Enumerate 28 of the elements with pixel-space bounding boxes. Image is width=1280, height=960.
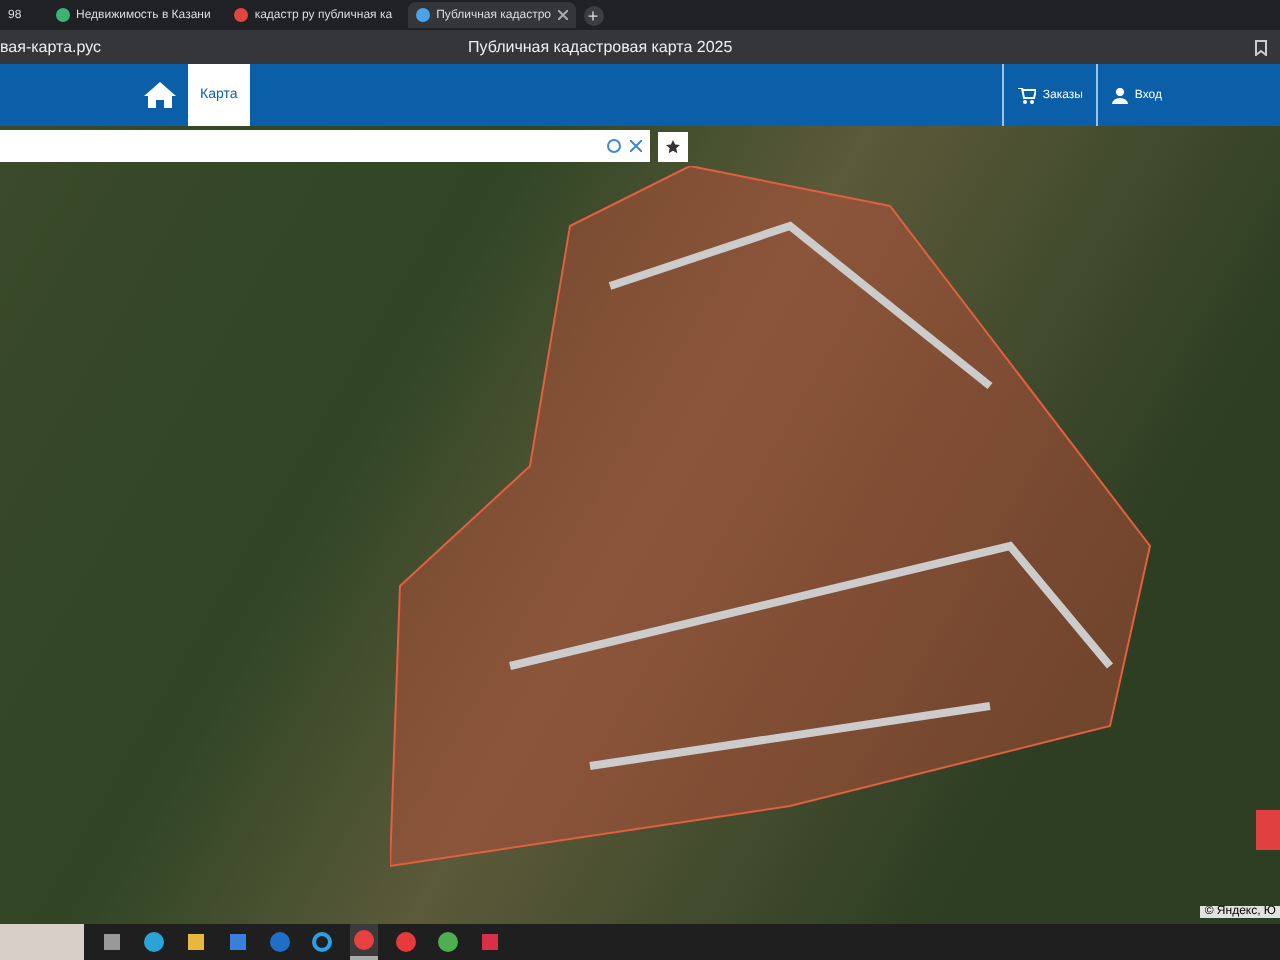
cart-icon	[1018, 87, 1037, 103]
search-icon	[606, 138, 622, 154]
bookmark-icon[interactable]	[1254, 39, 1268, 55]
star-icon	[666, 139, 680, 153]
app-icon	[186, 932, 206, 952]
app-icon	[270, 932, 290, 952]
close-icon[interactable]	[557, 10, 568, 20]
site-icon	[56, 8, 70, 22]
favorites-button[interactable]	[658, 131, 688, 161]
app-icon	[438, 932, 458, 952]
clear-icon	[630, 140, 642, 152]
user-icon	[1112, 87, 1129, 103]
app-icon	[144, 932, 164, 952]
address-field[interactable]: вая-карта.рус	[0, 38, 468, 56]
desktop-preview-thumbnail[interactable]	[0, 924, 84, 960]
app-icon	[396, 932, 416, 952]
search-field[interactable]	[0, 130, 650, 162]
app-icon	[354, 930, 374, 950]
app-icon	[312, 932, 332, 952]
app-icon	[228, 932, 248, 952]
app-icon	[102, 932, 122, 952]
page-title: Публичная кадастровая карта 2025	[468, 38, 735, 56]
site-icon	[416, 8, 431, 22]
new-tab-button[interactable]: +	[583, 5, 604, 25]
app-icon	[480, 932, 500, 952]
taskbar-app-button[interactable]	[350, 924, 378, 960]
site-icon	[234, 8, 249, 22]
home-icon[interactable]	[144, 82, 176, 108]
